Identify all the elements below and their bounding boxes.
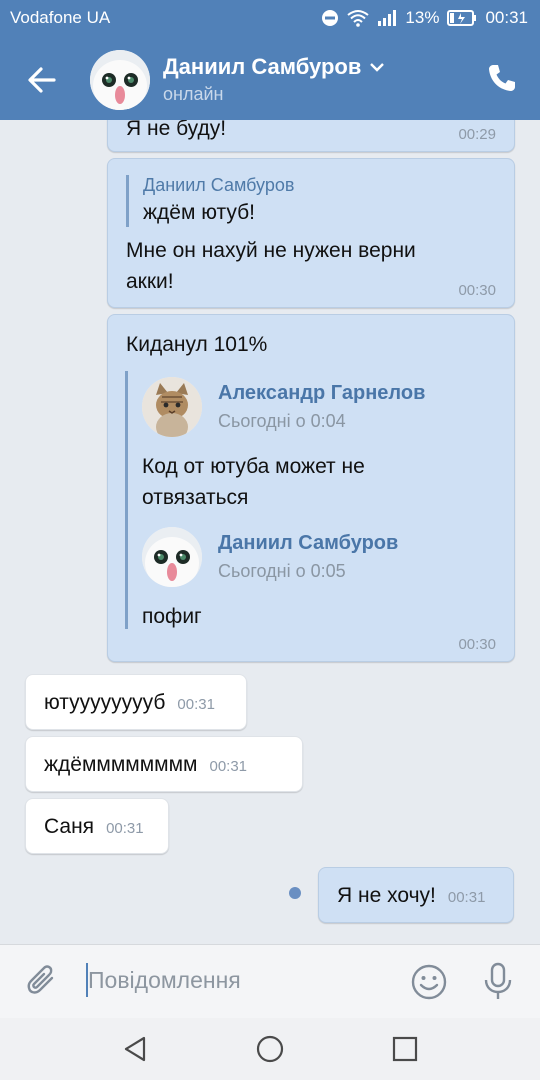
dnd-icon	[321, 9, 339, 27]
paperclip-icon	[27, 965, 54, 994]
system-nav-bar	[0, 1018, 540, 1080]
message-list[interactable]: Я не буду! 00:29 Даниил Самбуров ждём ют…	[0, 120, 540, 944]
battery-icon	[447, 10, 477, 26]
message-content: Я не хочу! 00:31	[337, 880, 485, 911]
message-text: ждёмммммммм	[44, 753, 198, 776]
message-content: ждёмммммммм 00:31	[44, 749, 247, 780]
clock: 00:31	[485, 8, 528, 27]
message-content: Саня 00:31	[44, 811, 144, 842]
back-button[interactable]	[22, 60, 62, 100]
triangle-back-icon	[124, 1036, 146, 1062]
back-arrow-icon	[28, 67, 56, 93]
avatar-cat-image	[142, 527, 202, 587]
message-input[interactable]: Повідомлення	[88, 967, 241, 994]
emoji-button[interactable]	[410, 963, 448, 1001]
unread-indicator	[289, 887, 301, 899]
forward-text-line: отвязаться	[142, 486, 249, 509]
message-outgoing[interactable]: Я не хочу! 00:31	[318, 867, 514, 923]
phone-icon	[489, 65, 515, 91]
square-recents-icon	[392, 1036, 418, 1062]
message-time: 00:31	[177, 696, 215, 713]
contact-name[interactable]: Даниил Самбуров	[163, 54, 385, 80]
forward-date: Сьогодні о 0:05	[218, 561, 346, 581]
forwarded-header: Александр Гарнелов Сьогодні о 0:04	[142, 377, 485, 437]
nav-recents-button[interactable]	[392, 1036, 418, 1067]
microphone-icon	[484, 962, 512, 999]
emoji-icon	[411, 964, 447, 1000]
composer-bar: Повідомлення	[0, 944, 540, 1018]
message-incoming[interactable]: Саня 00:31	[25, 798, 169, 854]
avatar-tabby-cat-image	[142, 377, 202, 437]
forward-author[interactable]: Даниил Самбуров	[218, 532, 398, 555]
contact-name-text: Даниил Самбуров	[163, 54, 362, 79]
carrier-name: Vodafone UA	[10, 8, 111, 27]
message-time: 00:30	[458, 282, 496, 299]
message-content: ютууууууууб 00:31	[44, 687, 215, 718]
nav-back-button[interactable]	[120, 1034, 150, 1069]
message-text: Я не хочу!	[337, 884, 436, 907]
message-text: Мне он нахуй не нужен верни акки!	[126, 235, 416, 297]
message-time: 00:31	[106, 820, 144, 837]
contact-avatar[interactable]	[90, 50, 150, 110]
forwarded-messages[interactable]: Александр Гарнелов Сьогодні о 0:04 Код о…	[125, 371, 485, 629]
message-text: Саня	[44, 815, 95, 838]
forward-avatar[interactable]	[142, 377, 202, 437]
wifi-icon	[347, 9, 370, 27]
reply-quote[interactable]: Даниил Самбуров ждём ютуб!	[126, 175, 294, 227]
forward-avatar[interactable]	[142, 527, 202, 587]
voice-record-button[interactable]	[482, 961, 514, 1001]
message-time: 00:29	[458, 126, 496, 143]
message-incoming[interactable]: ютууууууууб 00:31	[25, 674, 247, 730]
chevron-down-icon[interactable]	[369, 61, 385, 73]
message-time: 00:31	[209, 758, 248, 775]
toolbar: Даниил Самбуров онлайн	[0, 40, 540, 120]
reply-author: Даниил Самбуров	[143, 175, 295, 195]
message-text: Я не буду!	[126, 120, 227, 140]
battery-level: 13%	[405, 8, 440, 27]
circle-home-icon	[256, 1035, 284, 1063]
message-time: 00:31	[447, 889, 486, 906]
forwarded-header: Даниил Самбуров Сьогодні о 0:05	[142, 527, 485, 587]
nav-home-button[interactable]	[255, 1034, 285, 1069]
chat-header: Vodafone UA 13% 00:31 Даниил Самбуров он…	[0, 0, 540, 120]
contact-status: онлайн	[163, 84, 224, 104]
forward-text: пофиг	[142, 605, 202, 628]
status-bar: Vodafone UA 13% 00:31	[0, 0, 540, 36]
message-text-line: акки!	[126, 270, 174, 293]
message-text: ютууууууууб	[44, 691, 166, 714]
message-incoming[interactable]: ждёмммммммм 00:31	[25, 736, 303, 792]
signal-icon	[377, 9, 397, 27]
call-button[interactable]	[486, 62, 518, 94]
forward-text-line: Код от ютуба может не	[142, 455, 365, 478]
forward-date: Сьогодні о 0:04	[218, 411, 346, 431]
message-outgoing-with-forwards[interactable]: Киданул 101% Александр Гарнелов Сьогодні…	[107, 314, 515, 662]
attach-button[interactable]	[24, 963, 60, 999]
message-outgoing-with-reply[interactable]: Даниил Самбуров ждём ютуб! Мне он нахуй …	[107, 158, 515, 308]
message-text: Киданул 101%	[126, 333, 268, 356]
status-indicators: 13% 00:31	[321, 8, 528, 28]
message-time: 00:30	[458, 636, 496, 653]
message-outgoing[interactable]: Я не буду! 00:29	[107, 120, 515, 152]
avatar-cat-image	[90, 50, 150, 110]
reply-text: ждём ютуб!	[143, 201, 255, 224]
forward-author[interactable]: Александр Гарнелов	[218, 382, 425, 405]
message-text-line: Мне он нахуй не нужен верни	[126, 239, 416, 262]
forward-text: Код от ютуба может не отвязаться	[142, 451, 485, 513]
